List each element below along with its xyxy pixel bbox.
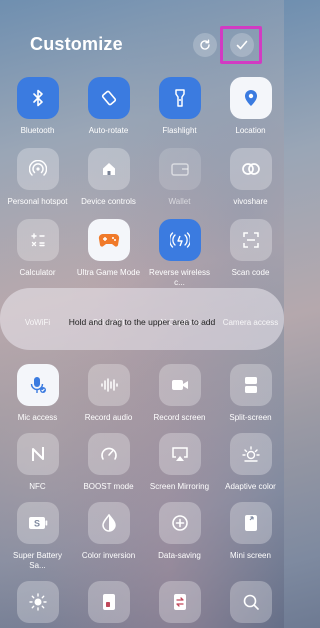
calculator-icon — [30, 233, 45, 247]
tile-bluetooth[interactable]: Bluetooth — [2, 77, 73, 136]
record-audio-icon — [100, 378, 118, 392]
battery-saver-icon: S — [28, 517, 47, 529]
tile-vivoshare[interactable]: vivoshare — [215, 148, 286, 207]
tile-wallet[interactable]: Wallet — [144, 148, 215, 207]
boost-icon — [100, 447, 117, 460]
tile-split-screen[interactable]: Split-screen — [215, 364, 286, 423]
svg-text:S: S — [33, 519, 39, 529]
tile-color-inversion[interactable]: Color inversion — [73, 502, 144, 571]
reset-button[interactable] — [193, 33, 217, 57]
phone-card-icon — [102, 594, 115, 610]
done-button-highlight — [220, 26, 262, 64]
tile-data-saving[interactable]: Data-saving — [144, 502, 215, 571]
adaptive-color-icon — [241, 446, 260, 462]
tile-mini-screen[interactable]: Mini screen — [215, 502, 286, 571]
split-screen-icon — [244, 377, 257, 393]
drag-hint-text: Hold and drag to the upper area to add — [68, 317, 216, 327]
tile-personal-hotspot[interactable]: Personal hotspot — [2, 148, 73, 207]
tile-adaptive-color[interactable]: Adaptive color — [215, 433, 286, 492]
tile-scan-code[interactable]: Scan code — [215, 219, 286, 288]
search-icon — [243, 594, 259, 610]
tile-phone-card[interactable] — [73, 581, 144, 628]
transfer-icon — [173, 594, 186, 610]
mic-icon — [30, 377, 46, 393]
tile-calculator[interactable]: Calculator — [2, 219, 73, 288]
tile-location[interactable]: Location — [215, 77, 286, 136]
auto-rotate-icon — [101, 90, 116, 106]
tile-screen-mirroring[interactable]: Screen Mirroring — [144, 433, 215, 492]
wallet-icon — [170, 163, 189, 176]
bluetooth-icon — [32, 89, 43, 107]
tile-ultra-game-mode[interactable]: Ultra Game Mode — [73, 219, 144, 288]
home-icon — [102, 163, 115, 175]
tile-flashlight[interactable]: Flashlight — [144, 77, 215, 136]
hotspot-icon — [28, 160, 47, 176]
tile-brightness[interactable] — [2, 581, 73, 628]
available-tiles-grid: Mic access Record audio Record screen Sp… — [0, 364, 284, 628]
reverse-wireless-icon — [169, 232, 190, 248]
tile-reverse-wireless[interactable]: Reverse wireless c... — [144, 219, 215, 288]
color-inversion-icon — [101, 514, 116, 532]
reset-icon — [200, 39, 210, 50]
tile-auto-rotate[interactable]: Auto-rotate — [73, 77, 144, 136]
nfc-icon — [31, 447, 44, 461]
tile-super-battery-saver[interactable]: S Super Battery Sa... — [2, 502, 73, 571]
tile-mic-access[interactable]: Mic access — [2, 364, 73, 423]
mini-screen-icon — [244, 515, 257, 531]
tile-device-controls[interactable]: Device controls — [73, 148, 144, 207]
screen-mirroring-icon — [171, 447, 188, 461]
tile-record-audio[interactable]: Record audio — [73, 364, 144, 423]
customize-header: Customize — [0, 0, 284, 72]
active-tiles-grid: Bluetooth Auto-rotate Flashlight Locatio… — [0, 77, 284, 288]
location-icon — [244, 90, 257, 106]
tile-transfer[interactable] — [144, 581, 215, 628]
tile-record-screen[interactable]: Record screen — [144, 364, 215, 423]
flashlight-icon — [174, 89, 185, 107]
scan-code-icon — [242, 232, 259, 248]
brightness-icon — [28, 593, 47, 611]
record-screen-icon — [171, 380, 188, 390]
tile-nfc[interactable]: NFC — [2, 433, 73, 492]
gamepad-icon — [98, 233, 119, 247]
page-title: Customize — [30, 34, 123, 54]
vivoshare-icon — [241, 163, 260, 175]
data-saving-icon — [171, 515, 188, 531]
tile-boost-mode[interactable]: BOOST mode — [73, 433, 144, 492]
tile-search[interactable] — [215, 581, 286, 628]
